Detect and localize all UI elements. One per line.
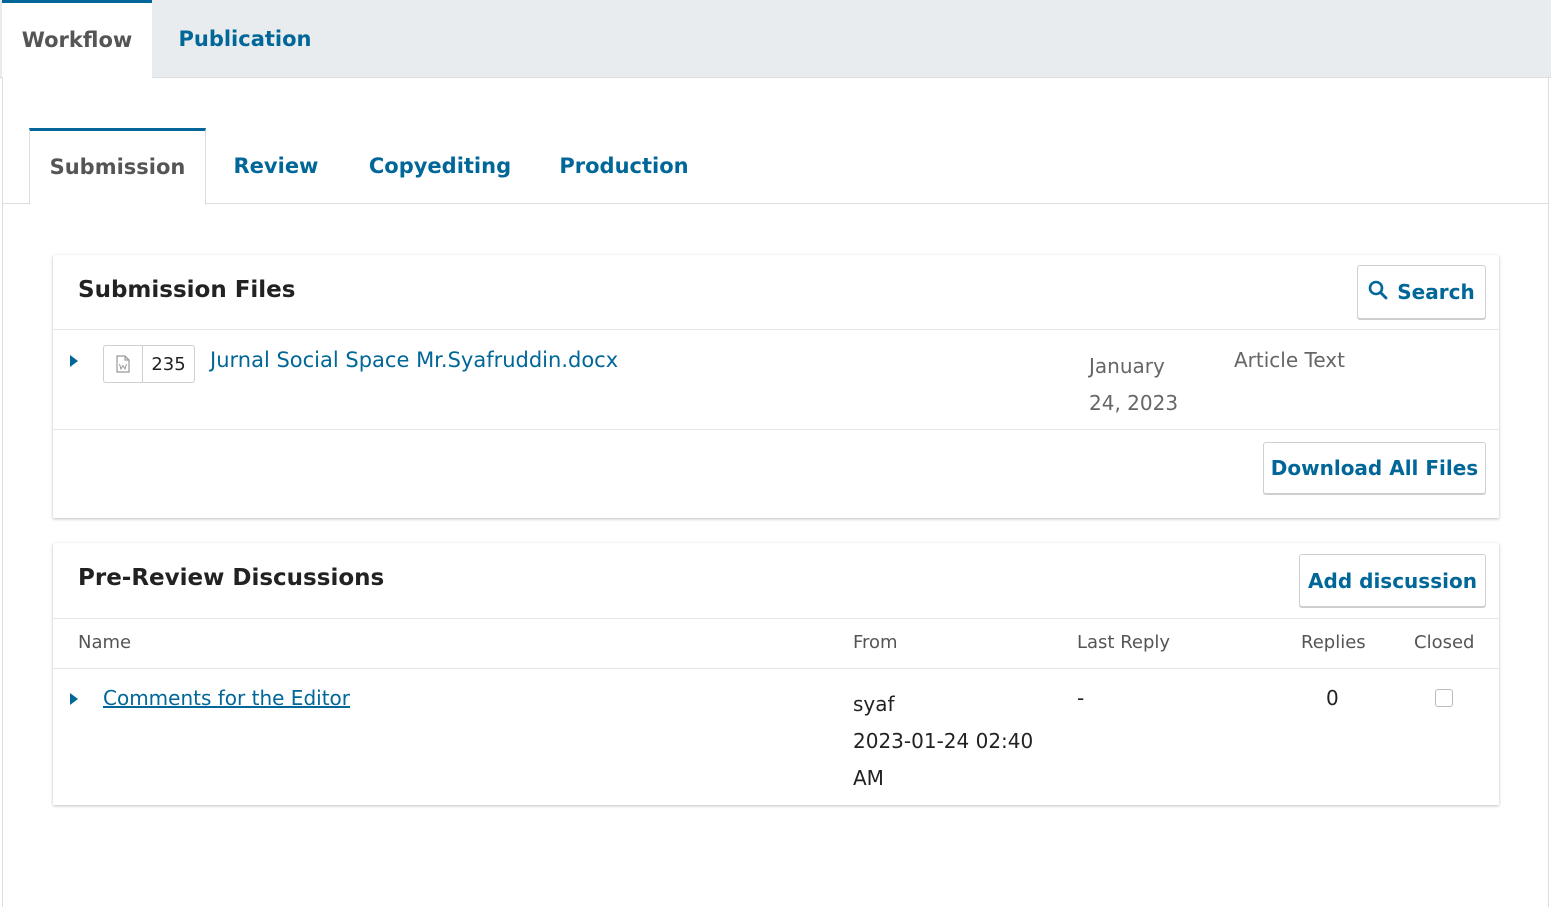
tab-copyediting[interactable]: Copyediting	[358, 128, 522, 204]
file-badge: 235	[103, 345, 195, 383]
expand-row-icon[interactable]	[70, 693, 78, 705]
expand-row-icon[interactable]	[70, 355, 78, 367]
discussion-table-header: Name From Last Reply Replies Closed	[53, 618, 1499, 668]
discussion-from-user: syaf	[853, 692, 895, 716]
column-header-name: Name	[78, 632, 132, 653]
column-header-from: From	[853, 632, 898, 653]
search-button-label: Search	[1397, 280, 1475, 304]
file-date-day-year: 24, 2023	[1089, 391, 1179, 415]
file-date-month: January	[1089, 354, 1165, 378]
add-discussion-button[interactable]: Add discussion	[1299, 554, 1486, 607]
column-header-last-reply: Last Reply	[1077, 632, 1171, 653]
discussion-last-reply: -	[1077, 686, 1085, 710]
column-header-closed: Closed	[1414, 632, 1475, 653]
download-all-files-button[interactable]: Download All Files	[1263, 442, 1486, 494]
stage-tab-bar: Submission Review Copyediting Production	[2, 128, 1549, 205]
tab-submission[interactable]: Submission	[29, 128, 206, 205]
tab-review[interactable]: Review	[216, 128, 336, 204]
file-date: January 24, 2023	[1089, 348, 1178, 422]
file-row: 235 Jurnal Social Space Mr.Syafruddin.do…	[53, 330, 1499, 430]
column-header-replies: Replies	[1301, 632, 1366, 653]
discussions-title: Pre-Review Discussions	[78, 565, 385, 591]
file-id: 235	[151, 353, 186, 375]
discussion-from-date: 2023-01-24 02:40	[853, 729, 1034, 753]
pre-review-discussions-panel: Pre-Review Discussions Add discussion Na…	[53, 543, 1499, 805]
word-document-icon	[104, 346, 143, 382]
submission-files-panel: Submission Files Search 235 Jurnal Socia…	[53, 255, 1499, 518]
divider	[53, 429, 1499, 430]
tab-publication[interactable]: Publication	[160, 0, 330, 78]
file-name-link[interactable]: Jurnal Social Space Mr.Syafruddin.docx	[210, 348, 618, 372]
table-row: Comments for the Editor syaf 2023-01-24 …	[53, 669, 1499, 805]
closed-checkbox[interactable]	[1435, 689, 1453, 707]
search-button[interactable]: Search	[1357, 265, 1486, 319]
discussion-replies-count: 0	[1326, 686, 1339, 710]
top-tab-bar: Workflow Publication	[0, 0, 1551, 78]
discussion-from: syaf 2023-01-24 02:40 AM	[853, 686, 1033, 797]
tab-workflow[interactable]: Workflow	[2, 0, 152, 78]
file-type: Article Text	[1234, 348, 1345, 372]
discussion-name-link[interactable]: Comments for the Editor	[103, 686, 350, 710]
submission-files-title: Submission Files	[78, 277, 296, 303]
discussion-from-time: AM	[853, 766, 884, 790]
search-icon	[1368, 280, 1388, 305]
tab-production[interactable]: Production	[546, 128, 702, 204]
